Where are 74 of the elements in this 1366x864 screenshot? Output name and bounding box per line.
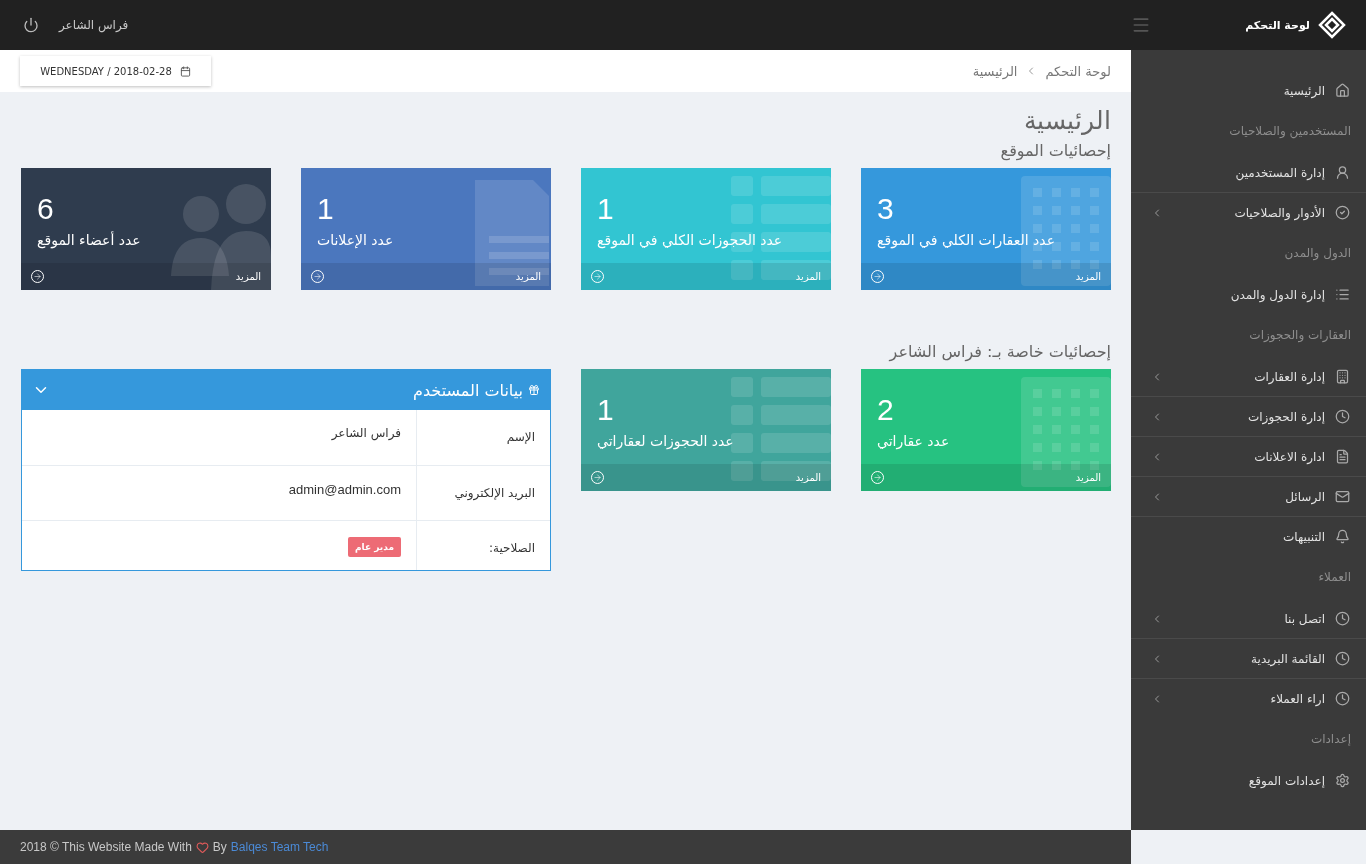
stat-label: عدد الحجوزات لعقاراتي <box>597 433 735 449</box>
menu-heading: الدول والمدن <box>1283 245 1352 263</box>
logo-icon <box>1318 11 1346 39</box>
power-icon[interactable] <box>23 17 39 33</box>
arrow-circle-icon <box>871 270 884 283</box>
user-icon <box>1335 165 1350 180</box>
sidebar-item[interactable]: اتصل بنا <box>1131 598 1366 638</box>
section-title: إحصائيات خاصة بـ: فراس الشاعر <box>887 342 1111 361</box>
more-link[interactable]: المزيد <box>301 263 551 290</box>
stat-value: 1 <box>597 194 615 224</box>
stat-label: عدد الحجوزات الكلي في الموقع <box>597 232 784 248</box>
user-name[interactable]: فراس الشاعر <box>59 18 129 32</box>
field-label: الصلاحية: <box>416 521 550 570</box>
menu-heading: العقارات والحجوزات <box>1248 327 1352 345</box>
clock-icon <box>1335 611 1350 626</box>
footer-text: By <box>212 840 227 854</box>
breadcrumb-link[interactable]: لوحة التحكم <box>1045 63 1111 79</box>
menu-heading: العملاء <box>1317 569 1352 586</box>
sidebar-item[interactable]: إدارة الحجوزات <box>1131 396 1366 436</box>
field-value: admin@admin.com <box>288 482 401 497</box>
brand-title: لوحة التحكم <box>1245 18 1310 32</box>
gift-icon <box>528 384 540 396</box>
sidebar-item[interactable]: ادارة الاعلانات <box>1131 436 1366 476</box>
breadcrumb-link[interactable]: الرئيسية <box>972 63 1018 79</box>
home-icon <box>1335 83 1350 98</box>
stat-label: عدد أعضاء الموقع <box>37 232 142 248</box>
field-label: الإسم <box>416 410 550 465</box>
footer-text: 2018 © This Website Made With <box>20 840 192 854</box>
clock-icon <box>1335 409 1350 424</box>
arrow-circle-icon <box>591 270 604 283</box>
role-badge: مدير عام <box>348 537 401 557</box>
list-icon <box>1335 287 1350 302</box>
calendar-icon <box>179 65 191 77</box>
stat-label: عدد الإعلانات <box>317 232 395 248</box>
sidebar-item[interactable]: اراء العملاء <box>1131 678 1366 718</box>
arrow-circle-icon <box>31 270 44 283</box>
document-icon <box>1335 449 1350 464</box>
arrow-circle-icon <box>871 471 884 484</box>
more-link[interactable]: المزيد <box>21 263 271 290</box>
stat-value: 1 <box>317 194 335 224</box>
sidebar-item[interactable]: إدارة العقارات <box>1131 356 1366 396</box>
sidebar-item[interactable]: التنبيهات <box>1131 516 1366 556</box>
check-circle-icon <box>1335 205 1350 220</box>
building-icon <box>1335 369 1350 384</box>
sidebar-item[interactable]: إعدادات الموقع <box>1131 760 1366 800</box>
stat-label: عدد العقارات الكلي في الموقع <box>877 232 1056 248</box>
stat-label: عدد عقاراتي <box>877 433 951 449</box>
bell-icon <box>1335 529 1350 544</box>
panel-title: بيانات المستخدم <box>413 380 523 400</box>
arrow-circle-icon <box>311 270 324 283</box>
section-title: إحصائيات الموقع <box>999 141 1111 160</box>
sidebar-item[interactable]: الرئيسية <box>1131 70 1366 110</box>
date-button[interactable]: WEDNESDAY / 2018-02-28 <box>20 56 211 86</box>
clock-icon <box>1335 651 1350 666</box>
heart-icon <box>195 840 209 854</box>
page-title: الرئيسية <box>1023 106 1111 135</box>
sidebar-item[interactable]: الأدوار والصلاحيات <box>1131 192 1366 232</box>
arrow-circle-icon <box>591 471 604 484</box>
stat-value: 6 <box>37 194 55 224</box>
field-value: فراس الشاعر <box>331 426 401 440</box>
menu-heading: المستخدمين والصلاحيات <box>1228 123 1352 141</box>
menu-heading: إعدادات <box>1309 731 1352 748</box>
stat-value: 2 <box>877 395 895 425</box>
stat-value: 3 <box>877 194 895 224</box>
menu-icon[interactable] <box>1131 15 1151 35</box>
sidebar-item[interactable]: الرسائل <box>1131 476 1366 516</box>
mail-icon <box>1335 489 1350 504</box>
field-label: البريد الإلكتروني <box>416 466 550 520</box>
settings-icon <box>1335 773 1350 788</box>
sidebar-item[interactable]: إدارة الدول والمدن <box>1131 274 1366 314</box>
sidebar-item[interactable]: القائمة البريدية <box>1131 638 1366 678</box>
clock-icon <box>1335 691 1350 706</box>
stat-value: 1 <box>597 395 615 425</box>
sidebar-item[interactable]: إدارة المستخدمين <box>1131 152 1366 192</box>
